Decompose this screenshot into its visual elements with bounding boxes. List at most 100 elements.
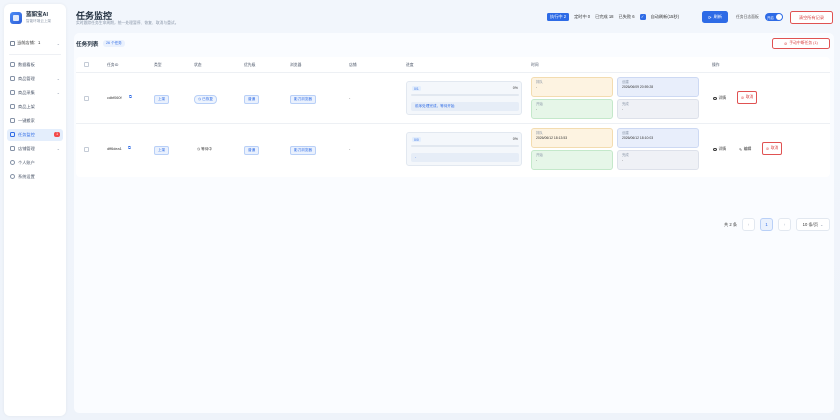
copy-icon[interactable]: ⧉ bbox=[129, 95, 132, 99]
cancel-button[interactable]: ⊘ 取消 bbox=[762, 142, 783, 155]
detail-label: 详情 bbox=[718, 95, 727, 100]
sidebar-item-label: 商品管理 bbox=[18, 75, 35, 81]
time-created: 创建 2026/06/12 18:10:03 bbox=[617, 128, 699, 148]
pagination-total: 共 2 条 bbox=[724, 221, 738, 227]
interrupt-button-label: 手动中断任务 (1) bbox=[789, 41, 818, 45]
page-description: 实时跟踪任务生命周期，统一处理暂停、恢复、取消与重试。 bbox=[76, 21, 179, 25]
sidebar-item-settings[interactable]: 系统设置 bbox=[7, 171, 63, 183]
brand: 蓝貂宝AI 智能环境云上架 bbox=[4, 4, 66, 30]
time-value: 2026/06/09 20:59:28 bbox=[622, 85, 654, 89]
time-queue: 排队 2026/06/12 18:13:53 bbox=[531, 128, 613, 148]
sidebar-item-store-management[interactable]: 店铺管理 ⌄ bbox=[7, 143, 63, 155]
cancel-button[interactable]: ⊘ 取消 bbox=[737, 91, 758, 104]
page-size-select[interactable]: 10 条/页 ⌄ bbox=[796, 218, 831, 231]
time-start: 开始 - bbox=[531, 99, 613, 119]
row-checkbox[interactable] bbox=[84, 96, 89, 101]
detail-button[interactable]: 详情 bbox=[710, 93, 729, 103]
select-all-checkbox[interactable] bbox=[84, 62, 89, 67]
dashboard-icon bbox=[10, 62, 15, 67]
store-value: - bbox=[349, 96, 351, 100]
status-badge: ◷ 已恢复 bbox=[194, 95, 217, 104]
type-tag: 上架 bbox=[154, 146, 170, 155]
sidebar-item-dashboard[interactable]: 数据看板 bbox=[7, 59, 63, 71]
upload-icon bbox=[10, 104, 15, 109]
col-task-id: 任务ID bbox=[107, 63, 119, 67]
edit-button[interactable]: ✎ 编辑 bbox=[736, 144, 754, 154]
row-checkbox[interactable] bbox=[84, 147, 89, 152]
chevron-down-icon: ⌄ bbox=[56, 76, 60, 81]
ban-icon: ⊘ bbox=[766, 147, 770, 151]
chevron-right-icon: › bbox=[783, 222, 786, 227]
task-id[interactable]: dff6dea1 bbox=[107, 147, 122, 151]
progress-box: 0/0 0% - bbox=[406, 132, 522, 166]
time-created: 创建 2026/06/09 20:59:28 bbox=[617, 77, 699, 97]
col-status: 状态 bbox=[194, 63, 202, 67]
progress-percent: 0% bbox=[512, 86, 518, 90]
time-value: - bbox=[622, 158, 624, 162]
table-row: dff6dea1 ⧉ 上架 ◷ 等待中 普通 影刀浏览器 - 0/0 0% - … bbox=[76, 123, 830, 174]
store-selector[interactable]: 当前店铺：1 ⌄ bbox=[4, 38, 66, 48]
move-icon bbox=[10, 118, 15, 123]
store-icon bbox=[10, 146, 15, 151]
progress-bar bbox=[411, 94, 519, 96]
sidebar-item-label: 数据看板 bbox=[18, 61, 35, 67]
sidebar-item-label: 个人账户 bbox=[18, 159, 35, 165]
task-table: 任务ID 类型 状态 优先级 浏览器 店铺 进度 时间 操作 cdbf060f … bbox=[76, 57, 830, 177]
page-number-button[interactable]: 1 bbox=[760, 218, 774, 231]
time-value: - bbox=[622, 107, 624, 111]
sidebar-item-collect[interactable]: 商品采集 ⌄ bbox=[7, 87, 63, 99]
cancel-label: 取消 bbox=[770, 146, 779, 150]
sidebar-item-task-monitor[interactable]: 任务监控 1 bbox=[7, 128, 63, 141]
status-badge: ◷ 等待中 bbox=[194, 146, 215, 153]
next-page-button[interactable]: › bbox=[778, 218, 792, 231]
priority-tag: 普通 bbox=[244, 146, 260, 155]
box-icon bbox=[10, 76, 15, 81]
auto-refresh-checkbox[interactable]: ✓ bbox=[639, 14, 646, 20]
user-icon bbox=[10, 160, 15, 165]
time-done: 完成 - bbox=[617, 99, 699, 119]
sidebar-item-label: 系统设置 bbox=[18, 173, 35, 179]
log-panel-toggle[interactable]: 开启 bbox=[765, 13, 783, 21]
sidebar-item-label: 店铺管理 bbox=[18, 145, 35, 151]
pagination: 共 2 条 ‹ 1 › 10 条/页 ⌄ bbox=[724, 218, 831, 231]
auto-refresh-label: 自动刷新(15秒) bbox=[650, 14, 679, 19]
refresh-button[interactable]: ⟳ 刷新 bbox=[702, 11, 728, 23]
sidebar-item-label: 商品采集 bbox=[18, 89, 35, 95]
progress-step: 0/1 bbox=[412, 86, 421, 91]
store-label: 当前店铺：1 bbox=[17, 40, 41, 45]
progress-box: 0/1 0% 前序处理完成，等待开始 bbox=[406, 81, 522, 115]
detail-button[interactable]: 详情 bbox=[710, 144, 729, 154]
time-value: 2026/06/12 18:13:53 bbox=[536, 136, 568, 140]
log-panel-label: 任务日志面板 bbox=[736, 15, 759, 19]
time-value: - bbox=[536, 158, 538, 162]
table-header: 任务ID 类型 状态 优先级 浏览器 店铺 进度 时间 操作 bbox=[76, 57, 830, 72]
task-id[interactable]: cdbf060f bbox=[107, 96, 122, 100]
col-actions: 操作 bbox=[712, 63, 720, 67]
store-value: - bbox=[349, 147, 351, 151]
pencil-icon: ✎ bbox=[739, 147, 743, 152]
prev-page-button[interactable]: ‹ bbox=[742, 218, 756, 231]
ban-icon: ⊘ bbox=[784, 42, 788, 46]
col-priority: 优先级 bbox=[244, 63, 256, 67]
time-value: - bbox=[536, 107, 538, 111]
sidebar-item-label: 任务监控 bbox=[18, 131, 35, 137]
progress-bar bbox=[411, 145, 519, 147]
progress-message: 前序处理完成，等待开始 bbox=[411, 102, 519, 111]
sidebar-item-account[interactable]: 个人账户 bbox=[7, 157, 63, 169]
store-icon bbox=[10, 40, 15, 46]
interrupt-task-button[interactable]: ⊘ 手动中断任务 (1) bbox=[772, 38, 830, 49]
stat-running[interactable]: 执行中 2 bbox=[547, 13, 570, 21]
copy-icon[interactable]: ⧉ bbox=[128, 146, 131, 150]
sidebar-item-move[interactable]: 一键搬家 bbox=[7, 115, 63, 127]
toggle-label: 开启 bbox=[767, 15, 774, 20]
sidebar-item-products[interactable]: 商品管理 ⌄ bbox=[7, 73, 63, 85]
brand-subtitle: 智能环境云上架 bbox=[26, 19, 52, 23]
sidebar-item-listing[interactable]: 商品上架 bbox=[7, 101, 63, 113]
settings-icon bbox=[10, 174, 15, 179]
time-value: 2026/06/12 18:10:03 bbox=[622, 136, 654, 140]
eye-icon bbox=[713, 147, 717, 151]
status-label: 等待中 bbox=[201, 147, 212, 151]
clear-all-button[interactable]: 清空所有记录 bbox=[790, 11, 833, 24]
chevron-down-icon: ⌄ bbox=[56, 40, 60, 46]
collect-icon bbox=[10, 90, 15, 95]
